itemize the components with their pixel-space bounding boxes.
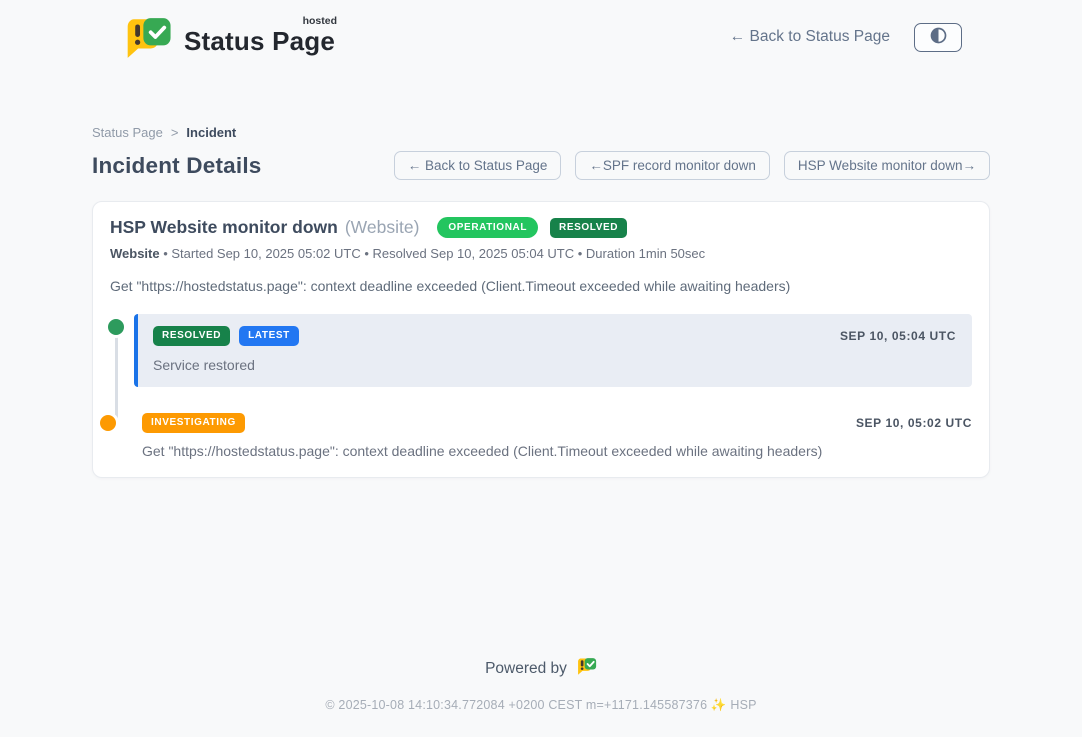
incident-component: (Website)	[345, 217, 420, 238]
title-row: Incident Details ← Back to Status Page ←…	[92, 151, 990, 180]
incident-title: HSP Website monitor down	[110, 217, 338, 238]
powered-by-link[interactable]: Powered by	[0, 656, 1082, 681]
breadcrumb-status-page[interactable]: Status Page	[92, 125, 163, 140]
timeline-resolved-badge: RESOLVED	[153, 326, 230, 346]
timeline-entry-resolved: RESOLVED LATEST SEP 10, 05:04 UTC Servic…	[110, 314, 972, 387]
timeline-entry-box: RESOLVED LATEST SEP 10, 05:04 UTC Servic…	[134, 314, 972, 387]
header-actions: ← Back to Status Page	[730, 23, 962, 52]
timeline-investigating-badge: INVESTIGATING	[142, 413, 245, 433]
incident-meta-details: • Started Sep 10, 2025 05:02 UTC • Resol…	[160, 246, 706, 261]
incident-timeline: RESOLVED LATEST SEP 10, 05:04 UTC Servic…	[110, 314, 972, 459]
incident-meta-component: Website	[110, 246, 160, 261]
timeline-message: Get "https://hostedstatus.page": context…	[142, 443, 972, 459]
powered-by-label: Powered by	[485, 660, 567, 678]
timeline-timestamp: SEP 10, 05:04 UTC	[840, 329, 956, 343]
operational-badge: OPERATIONAL	[437, 217, 538, 238]
timeline-timestamp: SEP 10, 05:02 UTC	[856, 416, 972, 430]
brand-name: Status Page hosted	[184, 18, 335, 57]
back-to-status-page-button[interactable]: ← Back to Status Page	[394, 151, 562, 180]
theme-toggle-button[interactable]	[914, 23, 962, 52]
timeline-entry-header: INVESTIGATING SEP 10, 05:02 UTC	[142, 413, 972, 433]
timeline-dot-orange	[100, 415, 116, 431]
main-content: Status Page > Incident Incident Details …	[92, 68, 990, 656]
back-to-status-page-link[interactable]: ← Back to Status Page	[730, 28, 890, 46]
timeline-message: Service restored	[153, 357, 956, 373]
status-page-logo-icon	[118, 14, 175, 60]
breadcrumb: Status Page > Incident	[92, 125, 990, 140]
next-incident-button[interactable]: HSP Website monitor down→	[784, 151, 990, 180]
logo[interactable]: Status Page hosted	[118, 14, 335, 60]
incident-description: Get "https://hostedstatus.page": context…	[110, 278, 972, 294]
breadcrumb-incident: Incident	[186, 125, 236, 140]
brand-text: Status Page	[184, 26, 335, 56]
header: Status Page hosted ← Back to Status Page	[0, 0, 1082, 68]
timeline-badges: INVESTIGATING	[142, 413, 245, 433]
incident-nav-buttons: ← Back to Status Page ←SPF record monito…	[394, 151, 990, 180]
prev-incident-button[interactable]: ←SPF record monitor down	[575, 151, 770, 180]
timeline-entry-header: RESOLVED LATEST SEP 10, 05:04 UTC	[153, 326, 956, 346]
breadcrumb-separator: >	[171, 125, 179, 140]
contrast-icon	[930, 27, 947, 47]
status-page-mini-logo-icon	[575, 656, 597, 681]
timeline-dot-green	[108, 319, 124, 335]
copyright-text: © 2025-10-08 14:10:34.772084 +0200 CEST …	[0, 698, 1082, 713]
brand-superscript: hosted	[303, 15, 337, 27]
timeline-latest-badge: LATEST	[239, 326, 299, 346]
timeline-badges: RESOLVED LATEST	[153, 326, 299, 346]
incident-meta: Website • Started Sep 10, 2025 05:02 UTC…	[110, 246, 972, 261]
footer: Powered by © 2025-10-08 14:10:34.772084 …	[0, 656, 1082, 737]
incident-title-row: HSP Website monitor down (Website) OPERA…	[110, 217, 972, 238]
page-title: Incident Details	[92, 153, 262, 179]
incident-card: HSP Website monitor down (Website) OPERA…	[92, 201, 990, 478]
timeline-entry-investigating: INVESTIGATING SEP 10, 05:02 UTC Get "htt…	[134, 413, 972, 459]
resolved-badge: RESOLVED	[550, 218, 627, 238]
